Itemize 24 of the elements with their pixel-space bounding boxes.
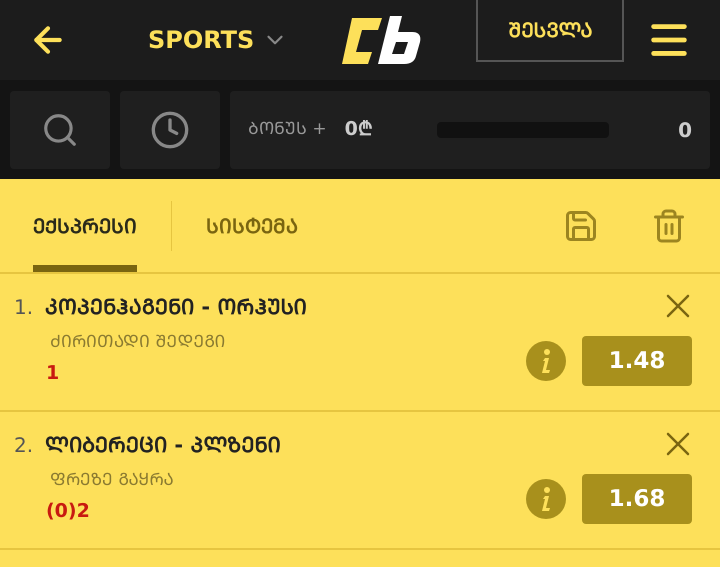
match-title: ᲙᲝᲞᲔᲜᲰᲐᲒᲔᲜᲘ - ᲝᲠᲰᲣᲡᲘ <box>45 294 306 321</box>
info-icon <box>540 348 552 374</box>
tab[interactable]: ᲔᲥᲡᲞᲠᲔᲡᲘ <box>33 179 137 272</box>
info-icon <box>540 486 552 512</box>
bet-number: 2. <box>14 432 34 459</box>
bonus-count: 0 <box>678 116 692 144</box>
bonus-label: ᲑᲝᲜᲣᲡ + <box>248 118 327 141</box>
history-button[interactable] <box>120 90 220 168</box>
sports-dropdown[interactable]: SPORTS <box>148 22 288 58</box>
match-title: ᲚᲘᲑᲔᲠᲔᲪᲘ - ᲞᲚᲖᲔᲜᲘ <box>45 432 280 459</box>
selected-outcome: 1 <box>46 361 60 386</box>
login-button[interactable]: ᲨᲔᲡᲕᲚᲐ <box>476 0 624 62</box>
clock-icon <box>150 110 190 150</box>
market-name: ᲫᲘᲠᲘᲗᲐᲓᲘ ᲨᲔᲓᲔᲒᲘ <box>50 330 226 354</box>
trash-icon <box>651 208 687 244</box>
bonus-amount: 0₾ <box>344 117 373 142</box>
search-button[interactable] <box>10 90 110 168</box>
selected-outcome: (0)2 <box>46 499 90 524</box>
info-button[interactable] <box>526 479 566 519</box>
bet-number: 1. <box>14 294 34 321</box>
market-name: ᲤᲠᲔᲖᲔ ᲒᲐᲧᲠᲐ <box>50 468 174 492</box>
tab[interactable]: ᲡᲘᲡᲢᲔᲛᲐ <box>206 179 298 272</box>
info-button[interactable] <box>526 341 566 381</box>
delete-button[interactable] <box>651 208 687 244</box>
